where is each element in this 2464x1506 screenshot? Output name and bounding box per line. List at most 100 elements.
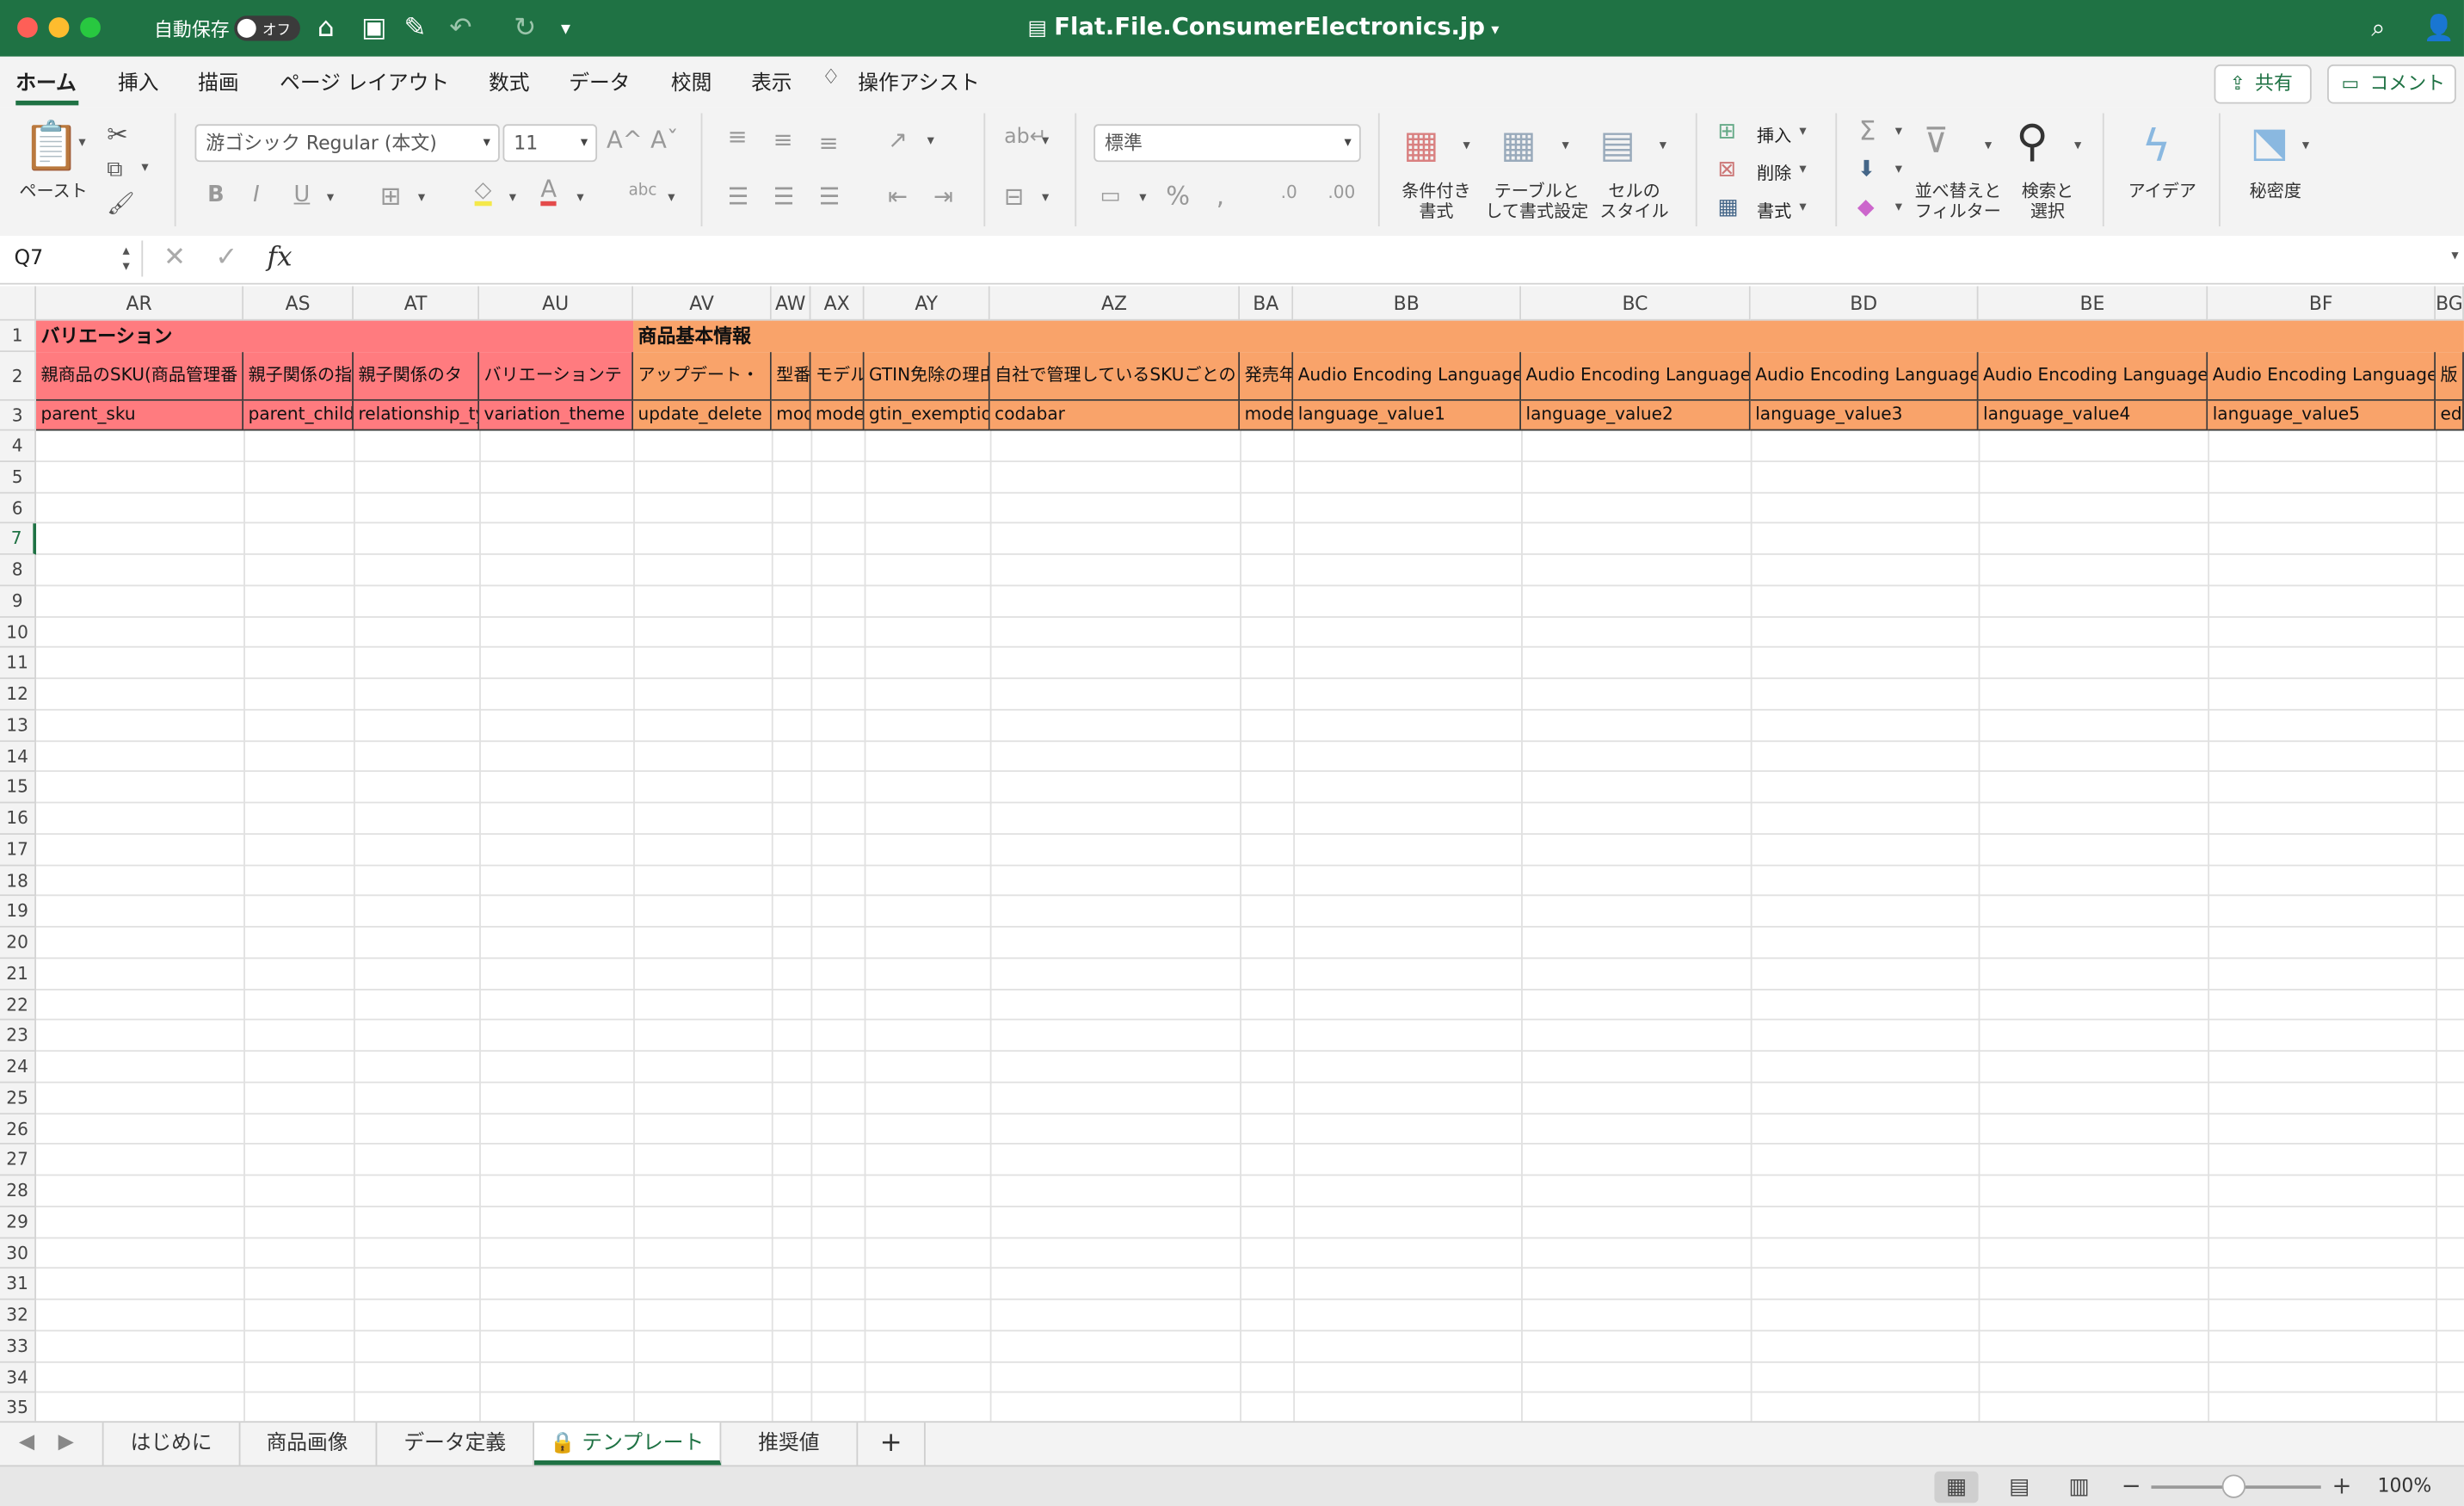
field-label-cell[interactable]: アップデート・ xyxy=(633,352,772,401)
search-icon[interactable]: ⌕ xyxy=(2371,13,2385,45)
conditional-formatting-icon[interactable]: ▦ xyxy=(1403,122,1438,166)
clear-icon[interactable]: ◆ xyxy=(1857,195,1875,220)
align-right-icon[interactable]: ☰ xyxy=(819,182,841,211)
comma-icon[interactable]: , xyxy=(1217,181,1224,211)
row-header-1[interactable]: 1 xyxy=(0,320,37,353)
field-label-cell[interactable]: Audio Encoding Language xyxy=(2208,352,2436,401)
underline-options-chevron-icon[interactable]: ▾ xyxy=(327,190,334,206)
autosum-icon[interactable]: Σ xyxy=(1859,116,1876,148)
row-header-7[interactable]: 7 xyxy=(0,523,37,555)
row-header-14[interactable]: 14 xyxy=(0,741,37,773)
font-color-chevron-icon[interactable]: ▾ xyxy=(576,190,583,206)
row-header-32[interactable]: 32 xyxy=(0,1299,37,1331)
borders-icon[interactable]: ⊞ xyxy=(380,181,401,211)
row-header-6[interactable]: 6 xyxy=(0,492,37,524)
column-header-ay[interactable]: AY xyxy=(864,286,990,321)
paste-icon[interactable]: 📋 xyxy=(22,120,81,175)
tab-home[interactable]: ホーム xyxy=(15,66,77,96)
redo-icon[interactable]: ↻ xyxy=(514,13,536,45)
conditional-formatting-chevron-icon[interactable]: ▾ xyxy=(1463,139,1469,154)
field-name-cell[interactable]: parent_child xyxy=(243,400,354,431)
tab-draw[interactable]: 描画 xyxy=(198,66,239,96)
row-header-17[interactable]: 17 xyxy=(0,834,37,866)
tab-data[interactable]: データ xyxy=(569,66,630,96)
phonetic-icon[interactable]: abc xyxy=(629,182,657,200)
field-name-cell[interactable]: codabar xyxy=(989,400,1241,431)
field-name-cell[interactable]: update_delete xyxy=(633,400,772,431)
row-header-3[interactable]: 3 xyxy=(0,400,37,431)
fill-icon[interactable]: ⬇ xyxy=(1857,157,1876,182)
field-label-cell[interactable]: 型番 xyxy=(771,352,811,401)
column-header-bd[interactable]: BD xyxy=(1750,286,1979,321)
row-header-13[interactable]: 13 xyxy=(0,710,37,742)
row-header-22[interactable]: 22 xyxy=(0,989,37,1021)
column-header-ax[interactable]: AX xyxy=(810,286,865,321)
column-header-as[interactable]: AS xyxy=(243,286,354,321)
fill-color-chevron-icon[interactable]: ▾ xyxy=(509,190,516,206)
variation-section-header[interactable]: バリエーション xyxy=(36,320,634,353)
row-header-12[interactable]: 12 xyxy=(0,679,37,711)
format-cells-label[interactable]: 書式 xyxy=(1757,198,1791,223)
field-label-cell[interactable]: 発売年 xyxy=(1240,352,1294,401)
customize-toolbar-icon[interactable]: ▾ xyxy=(561,17,570,40)
row-header-30[interactable]: 30 xyxy=(0,1238,37,1269)
field-label-cell[interactable]: モデル xyxy=(810,352,865,401)
zoom-slider-handle[interactable] xyxy=(2221,1474,2246,1498)
expand-formula-bar-icon[interactable]: ▾ xyxy=(2451,249,2458,264)
comment-button[interactable]: ▭ コメント xyxy=(2327,64,2456,104)
name-box-stepper-icon[interactable]: ▴ ▾ xyxy=(122,244,129,275)
orientation-chevron-icon[interactable]: ▾ xyxy=(927,133,934,149)
column-header-av[interactable]: AV xyxy=(633,286,772,321)
zoom-in-icon[interactable]: + xyxy=(2332,1472,2352,1500)
column-header-ba[interactable]: BA xyxy=(1240,286,1294,321)
page-layout-view-icon[interactable]: ▤ xyxy=(1997,1472,2041,1503)
sheet-tab-data-definition[interactable]: データ定義 xyxy=(377,1423,535,1466)
merge-cells-icon[interactable]: ⊟ xyxy=(1004,182,1024,211)
normal-view-icon[interactable]: ▦ xyxy=(1934,1471,1979,1503)
align-bottom-icon[interactable]: ≡ xyxy=(819,129,839,157)
insert-cells-chevron-icon[interactable]: ▾ xyxy=(1799,124,1806,139)
spreadsheet-grid[interactable]: AR AS AT AU AV AW AX AY AZ BA BB BC BD BE BF BG 1 2 3 4 5 6 7 8… xyxy=(0,286,2464,1422)
fill-chevron-icon[interactable]: ▾ xyxy=(1895,162,1902,177)
font-size-select[interactable]: 11 ▾ xyxy=(502,124,598,163)
field-label-cell[interactable]: 親商品のSKU(商品管理番 xyxy=(36,352,244,401)
phonetic-chevron-icon[interactable]: ▾ xyxy=(668,190,675,206)
save-icon[interactable]: ▣ xyxy=(361,13,386,45)
column-header-bb[interactable]: BB xyxy=(1293,286,1522,321)
clear-chevron-icon[interactable]: ▾ xyxy=(1895,200,1902,215)
decrease-decimal-icon[interactable]: .00 xyxy=(1327,182,1355,203)
align-top-icon[interactable]: ≡ xyxy=(728,122,748,151)
increase-font-icon[interactable]: A^ xyxy=(607,126,643,154)
row-header-18[interactable]: 18 xyxy=(0,865,37,897)
font-color-icon[interactable]: A xyxy=(540,177,557,207)
format-as-table-chevron-icon[interactable]: ▾ xyxy=(1562,139,1569,154)
increase-indent-icon[interactable]: ⇥ xyxy=(933,182,953,211)
tab-review[interactable]: 校閲 xyxy=(671,66,712,96)
align-left-icon[interactable]: ☰ xyxy=(728,182,749,211)
borders-chevron-icon[interactable]: ▾ xyxy=(418,190,425,206)
column-header-be[interactable]: BE xyxy=(1978,286,2208,321)
ideas-icon[interactable]: ϟ xyxy=(2142,120,2171,171)
decrease-font-icon[interactable]: Aˇ xyxy=(650,126,678,154)
field-label-cell[interactable]: Audio Encoding Language xyxy=(1750,352,1979,401)
zoom-out-icon[interactable]: − xyxy=(2122,1472,2141,1500)
autosum-chevron-icon[interactable]: ▾ xyxy=(1895,124,1902,139)
field-name-cell[interactable]: language_value1 xyxy=(1293,400,1522,431)
row-header-16[interactable]: 16 xyxy=(0,803,37,835)
column-header-bf[interactable]: BF xyxy=(2208,286,2436,321)
format-cells-icon[interactable]: ▦ xyxy=(1717,195,1738,220)
field-label-cell[interactable]: Audio Encoding Language xyxy=(1293,352,1522,401)
fill-color-icon[interactable]: ◇ xyxy=(474,179,492,207)
number-format-select[interactable]: 標準 ▾ xyxy=(1093,124,1361,163)
conditional-formatting-label[interactable]: 条件付き 書式 xyxy=(1392,181,1480,221)
field-name-cell[interactable]: language_value2 xyxy=(1521,400,1751,431)
row-header-21[interactable]: 21 xyxy=(0,958,37,990)
field-label-cell[interactable]: 親子関係の指 xyxy=(243,352,354,401)
decrease-indent-icon[interactable]: ⇤ xyxy=(888,182,908,211)
cell-styles-label[interactable]: セルの スタイル xyxy=(1590,181,1678,221)
copy-options-chevron-icon[interactable]: ▾ xyxy=(141,160,148,176)
sheet-tab-recommended[interactable]: 推奨値 xyxy=(721,1423,859,1466)
home-icon[interactable]: ⌂ xyxy=(317,13,335,45)
font-name-select[interactable]: 游ゴシック Regular (本文) ▾ xyxy=(194,124,500,163)
field-name-cell[interactable]: ed xyxy=(2436,400,2464,431)
